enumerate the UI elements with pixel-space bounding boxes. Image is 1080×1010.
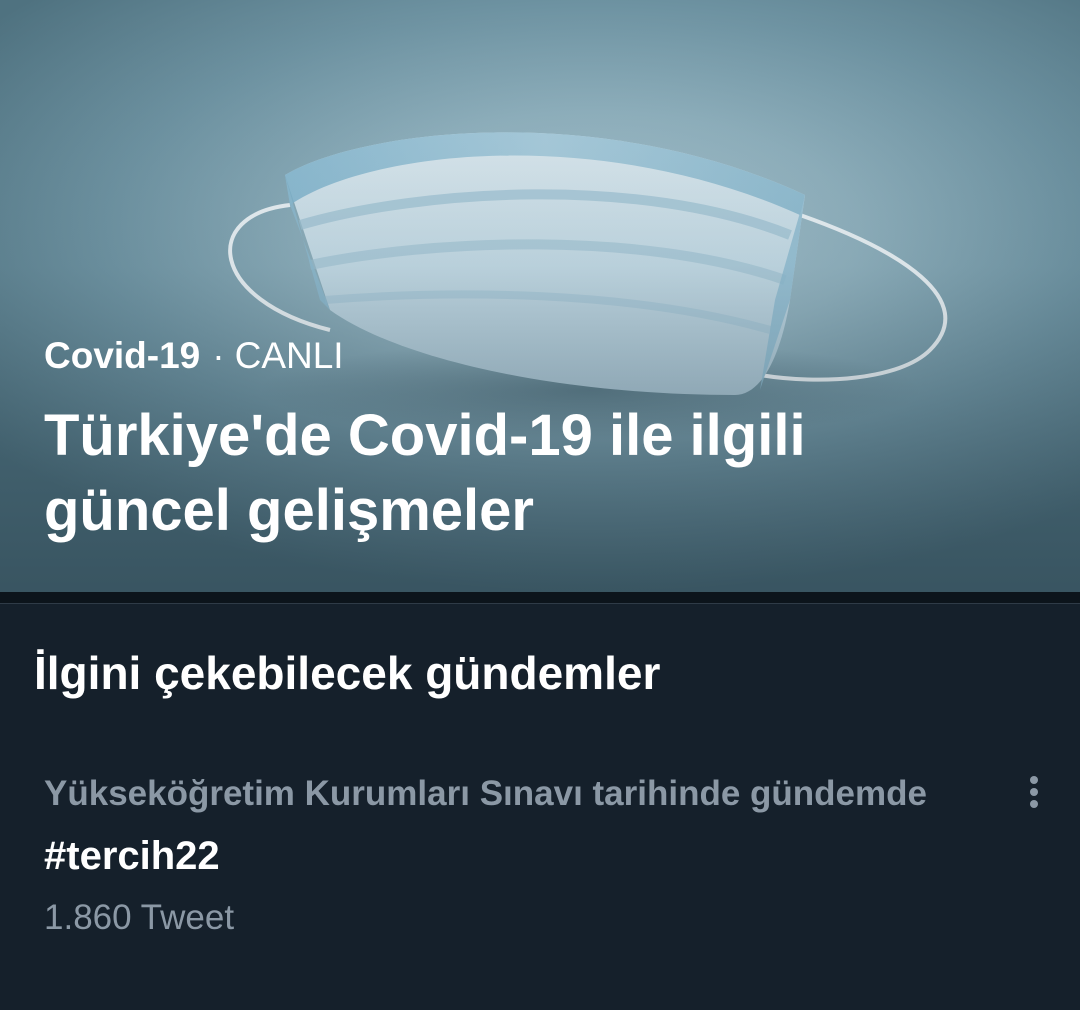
trend-item[interactable]: Yükseköğretim Kurumları Sınavı tarihinde… <box>0 752 1080 952</box>
more-options-button[interactable] <box>1012 770 1056 814</box>
hero-topic: Covid-19 <box>44 335 201 376</box>
hero-news-card[interactable]: Covid-19 · CANLI Türkiye'de Covid-19 ile i… <box>0 0 1080 592</box>
explore-page: Covid-19 · CANLI Türkiye'de Covid-19 ile i… <box>0 0 1080 1010</box>
trend-context: Yükseköğretim Kurumları Sınavı tarihinde… <box>44 774 927 813</box>
section-heading: İlgini çekebilecek gündemler <box>34 647 661 699</box>
hero-headline: Türkiye'de Covid-19 ile ilgili güncel ge… <box>44 403 806 543</box>
trend-tweet-count: 1.860 Tweet <box>44 898 235 937</box>
live-status-label: CANLI <box>234 335 344 376</box>
more-vertical-icon <box>1030 776 1038 808</box>
section-divider <box>0 592 1080 604</box>
hero-meta: Covid-19 · CANLI <box>44 335 344 377</box>
trend-hashtag: #tercih22 <box>44 834 220 878</box>
hero-separator: · <box>212 335 225 376</box>
